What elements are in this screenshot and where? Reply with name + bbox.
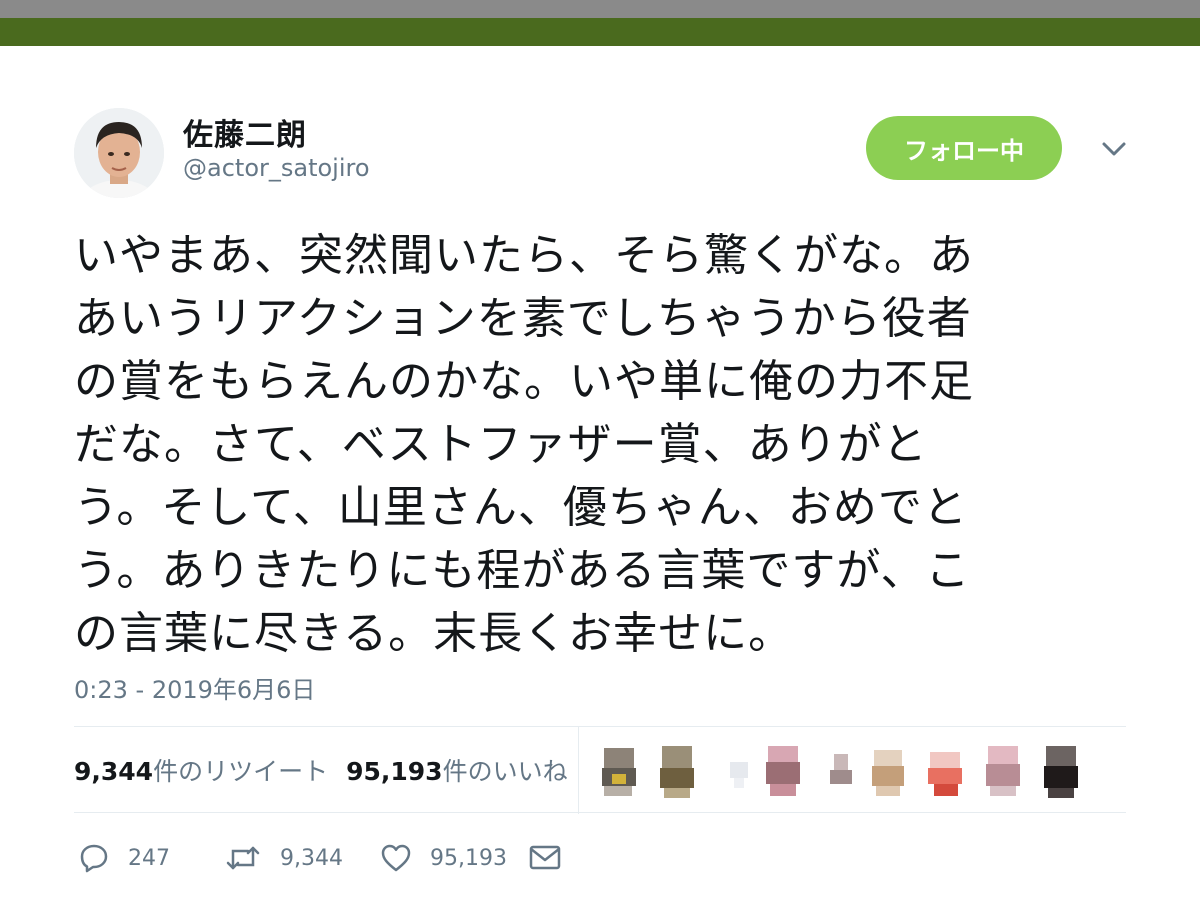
retweet-icon (226, 846, 260, 870)
envelope-icon (529, 845, 561, 870)
user-handle[interactable]: @actor_satojiro (183, 154, 370, 182)
tweet-actions: 247 9,344 95,193 (74, 836, 594, 880)
like-stat-label: 件のいいね (442, 757, 568, 786)
tweet-timestamp[interactable]: 0:23 - 2019年6月6日 (74, 670, 315, 705)
liker-avatars (598, 744, 1108, 800)
like-count: 95,193 (430, 845, 507, 871)
like-stat[interactable]: 95,193件のいいね (346, 757, 568, 786)
liker-avatar[interactable] (924, 744, 968, 800)
reply-icon (80, 844, 108, 873)
stats-divider (578, 726, 579, 814)
window-top-strip (0, 0, 1200, 18)
retweet-button[interactable]: 9,344 (224, 836, 343, 880)
liker-avatar[interactable] (656, 744, 700, 800)
liker-avatar[interactable] (718, 744, 762, 800)
divider (74, 726, 1126, 727)
liker-avatar[interactable] (820, 744, 864, 800)
retweet-stat-label: 件のリツイート (153, 757, 329, 786)
retweet-stat[interactable]: 9,344件のリツイート (74, 757, 328, 786)
retweet-stat-count: 9,344 (74, 757, 154, 786)
liker-avatar[interactable] (598, 744, 642, 800)
reply-button[interactable]: 247 (78, 836, 170, 880)
header-bar (0, 18, 1200, 46)
direct-message-button[interactable] (528, 836, 580, 880)
liker-avatar[interactable] (982, 744, 1026, 800)
avatar[interactable] (74, 108, 164, 198)
avatar-image (74, 108, 164, 198)
tweet-text: いやまあ、突然聞いたら、そら驚くがな。あ あいうリアクションを素でしちゃうから役… (74, 230, 974, 659)
retweet-count: 9,344 (280, 845, 343, 871)
like-button[interactable]: 95,193 (380, 836, 507, 880)
display-name[interactable]: 佐藤二朗 (183, 110, 307, 154)
liker-avatar[interactable] (866, 744, 910, 800)
liker-avatar[interactable] (762, 744, 806, 800)
like-stat-count: 95,193 (346, 757, 443, 786)
liker-avatar[interactable] (1040, 744, 1084, 800)
reply-count: 247 (128, 845, 170, 871)
heart-icon (381, 844, 411, 872)
following-button[interactable]: フォロー中 (866, 116, 1062, 180)
chevron-down-icon[interactable] (1096, 134, 1132, 164)
divider (74, 812, 1126, 813)
tweet-stats: 9,344件のリツイート 95,193件のいいね (74, 752, 568, 788)
